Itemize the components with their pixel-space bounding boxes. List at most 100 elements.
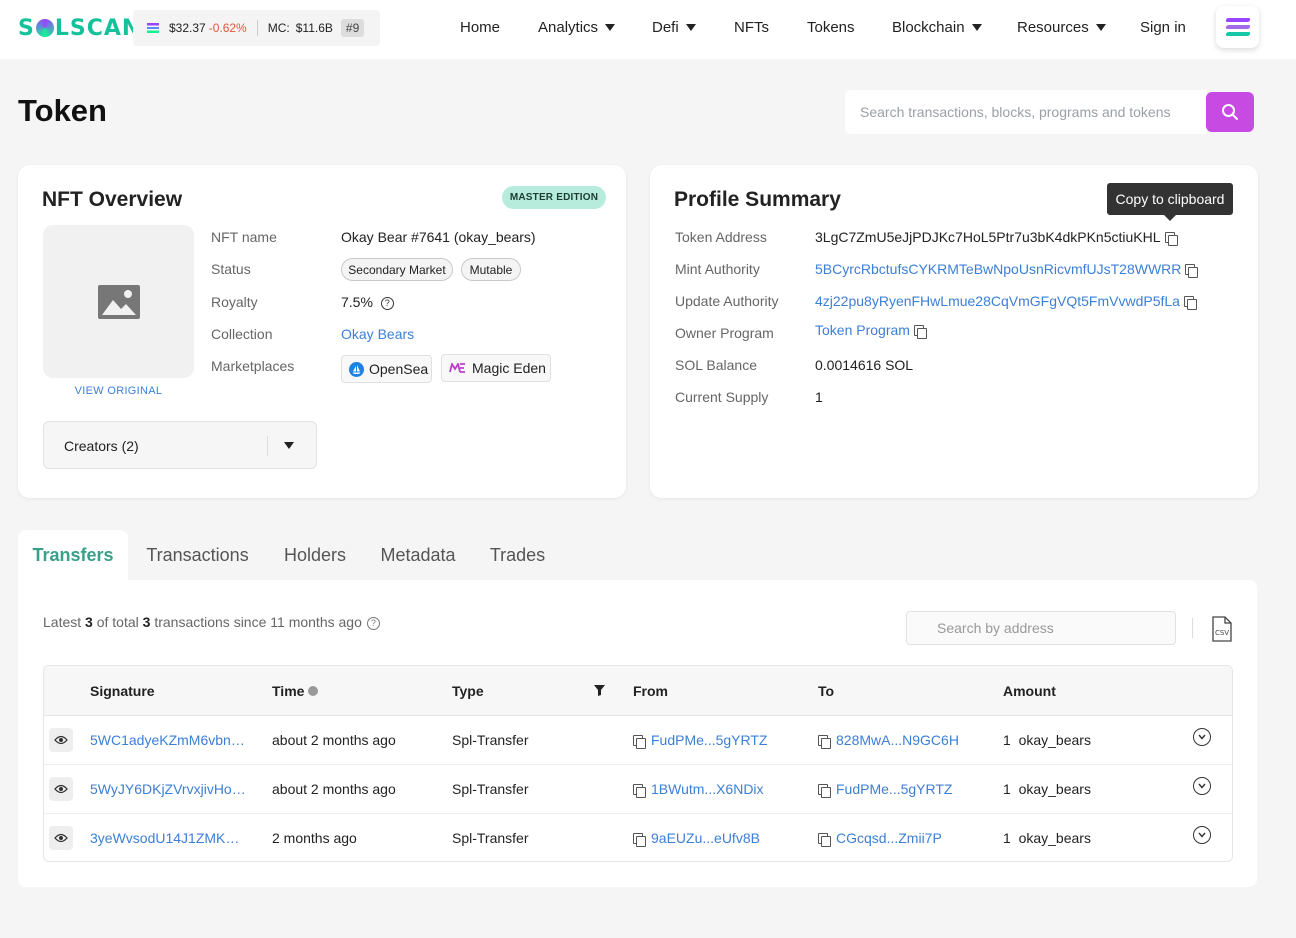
solana-icon xyxy=(147,23,159,33)
copy-icon[interactable] xyxy=(633,735,646,749)
type-cell: Spl-Transfer xyxy=(452,830,529,846)
tab-transactions[interactable]: Transactions xyxy=(140,530,255,581)
caret-down-icon xyxy=(685,24,696,31)
signature-link[interactable]: 5WyJY6DKjZVrvxjivHo… xyxy=(90,781,246,797)
search-icon xyxy=(1222,104,1238,120)
to-cell: FudPMe...5gYRTZ xyxy=(818,781,952,798)
nav-sign-in[interactable]: Sign in xyxy=(1140,19,1186,36)
owner-program-label: Owner Program xyxy=(675,325,774,341)
table-row: 5WC1adyeKZmM6vbn… about 2 months ago Spl-T… xyxy=(44,716,1232,765)
tab-transfers[interactable]: Transfers xyxy=(18,530,128,581)
address-search-input[interactable] xyxy=(906,611,1176,645)
eye-icon[interactable] xyxy=(49,728,73,752)
update-authority-link[interactable]: 4zj22pu8yRyenFHwLmue28CqVmGFgVQt5FmVvwdP… xyxy=(815,293,1180,309)
menu-button[interactable] xyxy=(1216,6,1259,48)
global-search-input[interactable] xyxy=(845,90,1207,134)
transfers-table: Signature Time Type From To Amount 5WC1a… xyxy=(43,665,1233,862)
solscan-logo[interactable]: S LSCAN xyxy=(18,16,141,41)
from-address-link[interactable]: 9aEUZu...eUfv8B xyxy=(651,830,760,846)
caret-down-icon xyxy=(971,24,982,31)
tab-holders[interactable]: Holders xyxy=(278,530,352,581)
nft-image[interactable] xyxy=(43,225,194,378)
eye-icon[interactable] xyxy=(49,826,73,850)
royalty-value: 7.5% ? xyxy=(341,294,394,310)
nav-analytics[interactable]: Analytics xyxy=(538,19,616,36)
divider xyxy=(1192,618,1193,638)
copy-icon[interactable] xyxy=(1185,264,1199,278)
copy-icon[interactable] xyxy=(818,784,831,798)
nav-tokens[interactable]: Tokens xyxy=(807,19,855,36)
copy-icon[interactable] xyxy=(818,833,831,847)
search-button[interactable] xyxy=(1206,92,1254,132)
type-cell: Spl-Transfer xyxy=(452,781,529,797)
expand-row-icon[interactable] xyxy=(1193,728,1211,746)
owner-program-value: Token Program xyxy=(815,322,927,339)
filter-icon[interactable] xyxy=(594,685,605,696)
nav-resources[interactable]: Resources xyxy=(1017,19,1106,36)
collection-label: Collection xyxy=(211,326,273,342)
expand-row-icon[interactable] xyxy=(1193,777,1211,795)
to-address-link[interactable]: FudPMe...5gYRTZ xyxy=(836,781,952,797)
view-original-link[interactable]: VIEW ORIGINAL xyxy=(43,385,194,397)
royalty-label: Royalty xyxy=(211,294,258,310)
sol-price-ticker: $32.37 -0.62% MC: $11.6B #9 xyxy=(133,10,380,46)
signature-link[interactable]: 5WC1adyeKZmM6vbn… xyxy=(90,732,245,748)
owner-program-link[interactable]: Token Program xyxy=(815,322,910,338)
mint-authority-link[interactable]: 5BCyrcRbctufsCYKRMTeBwNpoUsnRicvmfUJsT28… xyxy=(815,261,1181,277)
creators-label: Creators (2) xyxy=(64,438,139,454)
current-supply-label: Current Supply xyxy=(675,389,769,405)
signature-link[interactable]: 3yeWvsodU14J1ZMK… xyxy=(90,830,239,846)
creators-dropdown[interactable]: Creators (2) xyxy=(43,421,317,469)
nav-blockchain[interactable]: Blockchain xyxy=(892,19,982,36)
eye-icon[interactable] xyxy=(49,777,73,801)
token-symbol: okay_bears xyxy=(1018,830,1091,846)
clock-icon[interactable] xyxy=(308,686,319,696)
update-authority-label: Update Authority xyxy=(675,293,779,309)
transfers-summary: Latest 3 of total 3 transactions since 1… xyxy=(43,614,380,630)
csv-export-icon[interactable]: CSV xyxy=(1210,616,1232,642)
from-cell: FudPMe...5gYRTZ xyxy=(633,732,767,749)
to-address-link[interactable]: 828MwA...N9GC6H xyxy=(836,732,959,748)
mint-authority-label: Mint Authority xyxy=(675,261,760,277)
copy-icon[interactable] xyxy=(1164,232,1178,246)
nav-home[interactable]: Home xyxy=(460,19,500,36)
from-address-link[interactable]: 1BWutm...X6NDix xyxy=(651,781,764,797)
magic-eden-link[interactable]: Magic Eden xyxy=(441,354,551,382)
token-address-label: Token Address xyxy=(675,229,767,245)
token-symbol: okay_bears xyxy=(1018,781,1091,797)
opensea-icon xyxy=(349,361,364,377)
copy-icon[interactable] xyxy=(633,833,646,847)
market-cap-label: MC: xyxy=(267,21,290,35)
expand-row-icon[interactable] xyxy=(1193,826,1211,844)
rank-badge: #9 xyxy=(340,19,365,37)
copy-icon[interactable] xyxy=(818,735,831,749)
master-edition-badge: MASTER EDITION xyxy=(502,186,606,209)
nav-defi[interactable]: Defi xyxy=(652,19,696,36)
amount-cell: 1 okay_bears xyxy=(1003,830,1091,846)
magic-eden-icon xyxy=(449,363,465,373)
profile-summary-title: Profile Summary xyxy=(674,188,841,211)
help-icon[interactable]: ? xyxy=(380,297,394,310)
divider xyxy=(256,20,258,36)
time-cell: about 2 months ago xyxy=(272,781,396,797)
nav-nfts[interactable]: NFTs xyxy=(734,19,769,36)
tab-metadata[interactable]: Metadata xyxy=(374,530,462,581)
svg-text:CSV: CSV xyxy=(1215,629,1229,637)
tab-trades[interactable]: Trades xyxy=(485,530,550,581)
opensea-link[interactable]: OpenSea xyxy=(341,355,432,383)
time-cell: 2 months ago xyxy=(272,830,357,846)
copy-tooltip: Copy to clipboard xyxy=(1107,183,1233,221)
nft-name-label: NFT name xyxy=(211,229,277,245)
collection-link[interactable]: Okay Bears xyxy=(341,326,414,342)
amount-cell: 1 okay_bears xyxy=(1003,732,1091,748)
copy-icon[interactable] xyxy=(913,325,927,339)
to-address-link[interactable]: CGcqsd...Zmii7P xyxy=(836,830,942,846)
col-type: Type xyxy=(452,683,484,699)
from-address-link[interactable]: FudPMe...5gYRTZ xyxy=(651,732,767,748)
sol-price: $32.37 xyxy=(169,21,206,35)
sol-price-change: -0.62% xyxy=(208,21,247,35)
to-cell: CGcqsd...Zmii7P xyxy=(818,830,942,847)
copy-icon[interactable] xyxy=(633,784,646,798)
help-icon[interactable]: ? xyxy=(366,617,380,630)
copy-icon[interactable] xyxy=(1183,296,1197,310)
